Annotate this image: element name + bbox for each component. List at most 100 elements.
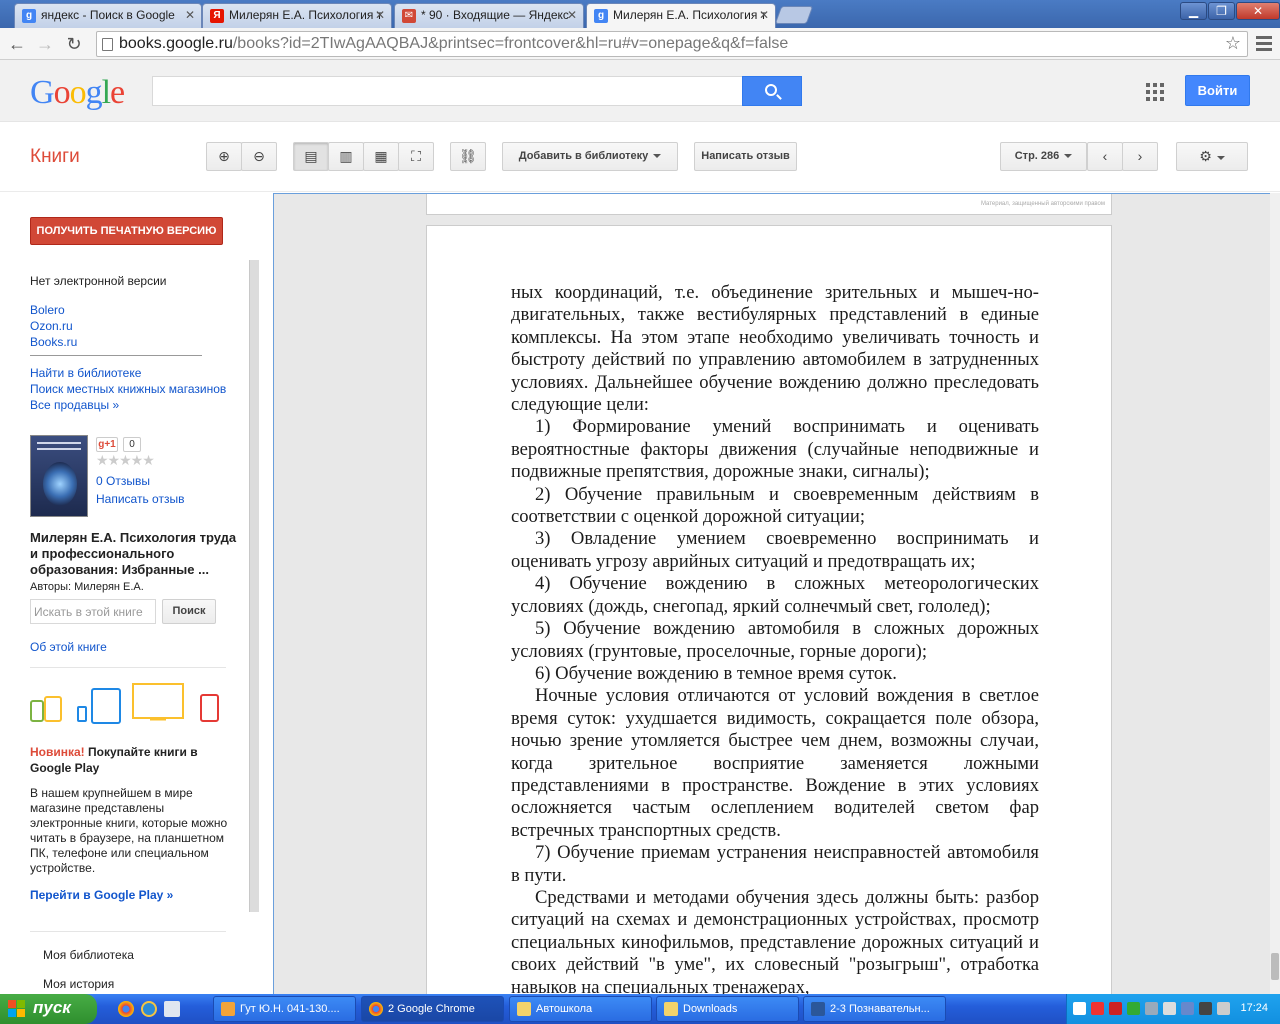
search-in-book-input[interactable]: Искать в этой книге <box>30 599 156 624</box>
tab-label: Милерян Е.А. Психология т <box>229 8 383 22</box>
book-viewer[interactable]: Материал, защищенный авторскими правом н… <box>273 193 1280 994</box>
my-history-link[interactable]: Моя история <box>43 977 114 991</box>
link-button[interactable]: ⛓ <box>450 142 486 171</box>
back-arrow-icon[interactable]: ← <box>6 33 28 55</box>
page-paragraph: 7) Обучение приемам устранения неисправн… <box>511 842 1039 886</box>
tab-yandex-books[interactable]: Я Милерян Е.А. Психология т ✕ <box>202 3 392 28</box>
tray-app-icon[interactable] <box>1181 1002 1194 1015</box>
sidebar-scrollbar[interactable] <box>249 260 259 912</box>
zoom-out-button[interactable]: ⊖ <box>241 142 277 171</box>
get-print-version-button[interactable]: ПОЛУЧИТЬ ПЕЧАТНУЮ ВЕРСИЮ <box>30 217 223 245</box>
tray-app-icon[interactable] <box>1127 1002 1140 1015</box>
mail-favicon-icon: ✉ <box>402 9 416 23</box>
volume-icon[interactable] <box>1217 1002 1230 1015</box>
next-page-button[interactable]: › <box>1122 142 1158 171</box>
divider <box>30 931 226 932</box>
two-page-icon: ▥ <box>339 148 353 164</box>
signin-button[interactable]: Войти <box>1185 75 1250 106</box>
taskbar-item-chrome[interactable]: 2 Google Chrome <box>361 996 504 1022</box>
google-books-favicon-icon: g <box>594 9 608 23</box>
reviews-count-link[interactable]: 0 Отзывы <box>96 474 150 488</box>
tab-yandex-search[interactable]: g яндекс - Поиск в Google ✕ <box>14 3 202 28</box>
ie-quicklaunch-icon[interactable] <box>141 1001 157 1017</box>
find-in-library-link[interactable]: Найти в библиотеке <box>30 366 141 380</box>
close-icon[interactable]: ✕ <box>759 8 769 22</box>
local-stores-link[interactable]: Поиск местных книжных магазинов <box>30 382 226 396</box>
close-icon[interactable]: ✕ <box>375 8 385 22</box>
my-library-link[interactable]: Моя библиотека <box>43 948 134 962</box>
close-icon[interactable]: ✕ <box>567 8 577 22</box>
viewer-scrollbar[interactable] <box>1270 193 1280 994</box>
gplus-button[interactable]: g+1 <box>96 437 118 452</box>
network-icon[interactable] <box>1145 1002 1158 1015</box>
google-play-devices-image <box>30 683 225 728</box>
search-button[interactable] <box>742 76 802 106</box>
close-window-button[interactable]: ✕ <box>1236 2 1280 20</box>
windows-taskbar: пуск Гут Ю.Н. 041-130.... 2 Google Chrom… <box>0 994 1280 1024</box>
chevron-down-icon <box>653 154 662 159</box>
new-label: Новинка! <box>30 745 85 759</box>
book-cover-image[interactable] <box>30 435 88 517</box>
maximize-button[interactable]: ❐ <box>1208 2 1235 20</box>
tray-app-icon[interactable] <box>1163 1002 1176 1015</box>
seller-link-ozon[interactable]: Ozon.ru <box>30 319 73 333</box>
search-in-book-button[interactable]: Поиск <box>162 599 216 624</box>
taskbar-item-word[interactable]: 2-3 Познавательн... <box>803 996 946 1022</box>
copyright-watermark: Материал, защищенный авторскими правом <box>980 201 1105 207</box>
seller-link-bolero[interactable]: Bolero <box>30 303 65 317</box>
bookmark-star-icon[interactable]: ☆ <box>1225 33 1241 54</box>
prev-page-button[interactable]: ‹ <box>1087 142 1123 171</box>
folder-icon <box>664 1002 678 1016</box>
chrome-quicklaunch-icon[interactable] <box>118 1001 134 1017</box>
google-play-link[interactable]: Перейти в Google Play » <box>30 888 173 902</box>
google-logo[interactable]: Google <box>30 74 125 112</box>
thumbnail-view-button[interactable]: ▦ <box>363 142 399 171</box>
books-sidebar: ПОЛУЧИТЬ ПЕЧАТНУЮ ВЕРСИЮ Нет электронной… <box>0 193 273 994</box>
books-title[interactable]: Книги <box>30 146 80 168</box>
close-icon[interactable]: ✕ <box>185 8 195 22</box>
tab-yandex-mail[interactable]: ✉ * 90 · Входящие — Яндекс ✕ <box>394 3 584 28</box>
all-sellers-link[interactable]: Все продавцы » <box>30 398 119 412</box>
write-review-button[interactable]: Написать отзыв <box>694 142 797 171</box>
task-label: 2-3 Познавательн... <box>830 1003 930 1015</box>
tab-google-books[interactable]: g Милерян Е.А. Психология т ✕ <box>586 3 776 29</box>
google-play-promo-text: В нашем крупнейшем в мире магазине предс… <box>30 786 228 875</box>
seller-link-books[interactable]: Books.ru <box>30 335 77 349</box>
start-button[interactable]: пуск <box>0 994 97 1024</box>
reload-icon[interactable]: ↻ <box>63 33 85 55</box>
write-review-link[interactable]: Написать отзыв <box>96 492 184 506</box>
folder-icon <box>517 1002 531 1016</box>
fullscreen-icon: ⛶ <box>411 148 421 164</box>
divider <box>30 667 226 668</box>
chevron-left-icon: ‹ <box>1102 148 1108 164</box>
viewer-scrollbar-thumb[interactable] <box>1271 953 1279 980</box>
language-icon[interactable] <box>1073 1002 1086 1015</box>
tray-app-icon[interactable] <box>1109 1002 1122 1015</box>
minimize-button[interactable]: ▁ <box>1180 2 1207 20</box>
fullscreen-button[interactable]: ⛶ <box>398 142 434 171</box>
antivirus-icon[interactable] <box>1091 1002 1104 1015</box>
taskbar-item-folder-downloads[interactable]: Downloads <box>656 996 799 1022</box>
chrome-menu-icon[interactable] <box>1256 36 1272 52</box>
two-page-view-button[interactable]: ▥ <box>328 142 364 171</box>
page-paragraph: ных координаций, т.е. объединение зрител… <box>511 282 1039 416</box>
new-tab-button[interactable] <box>774 6 814 24</box>
add-to-library-button[interactable]: Добавить в библиотеку <box>502 142 678 171</box>
apps-grid-icon[interactable] <box>1146 83 1164 101</box>
rating-stars: ★★★★★ <box>96 452 155 468</box>
gplus-count: 0 <box>123 437 141 452</box>
start-label: пуск <box>33 998 71 1017</box>
taskbar-item-folder-autoschool[interactable]: Автошкола <box>509 996 652 1022</box>
single-page-view-button[interactable]: ▤ <box>293 142 329 171</box>
desktop-quicklaunch-icon[interactable] <box>164 1001 180 1017</box>
address-bar[interactable]: books.google.ru/books?id=2TIwAgAAQBAJ&pr… <box>96 31 1248 57</box>
task-label: Автошкола <box>536 1003 593 1015</box>
forward-arrow-icon[interactable]: → <box>34 33 56 55</box>
taskbar-item-document[interactable]: Гут Ю.Н. 041-130.... <box>213 996 356 1022</box>
google-search-input[interactable] <box>152 76 743 106</box>
settings-button[interactable]: ⚙ <box>1176 142 1248 171</box>
about-book-link[interactable]: Об этой книге <box>30 640 107 654</box>
tray-app-icon[interactable] <box>1199 1002 1212 1015</box>
zoom-in-button[interactable]: ⊕ <box>206 142 242 171</box>
page-select-button[interactable]: Стр. 286 <box>1000 142 1087 171</box>
